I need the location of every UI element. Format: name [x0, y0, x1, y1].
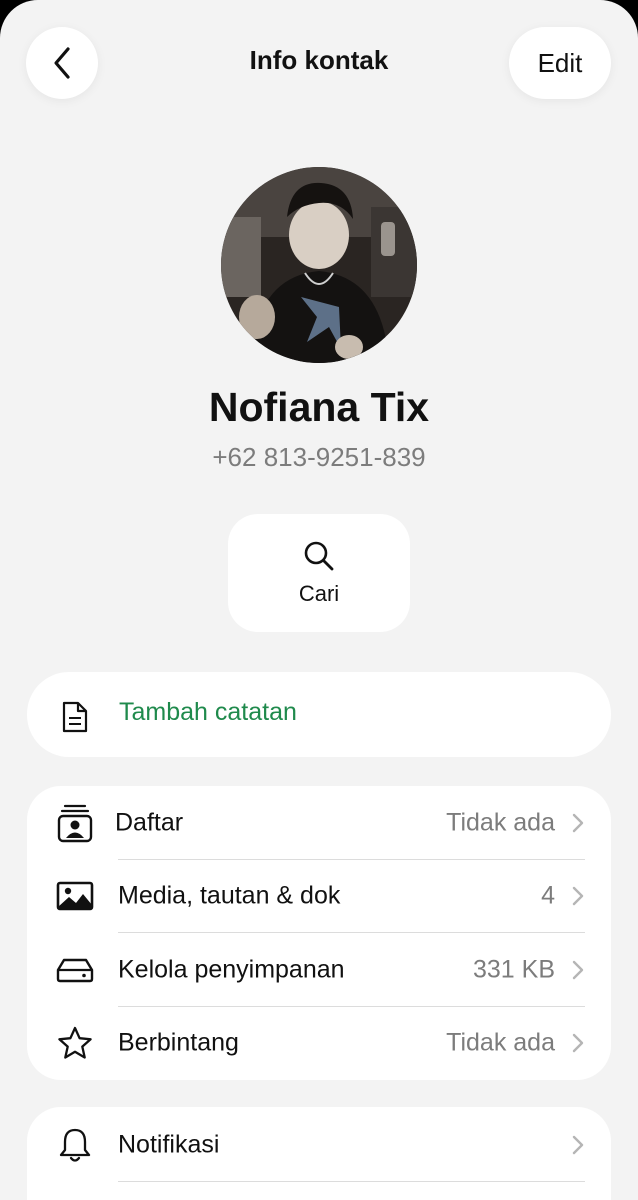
- list-item-label: Notifikasi: [118, 1130, 220, 1158]
- add-note-button[interactable]: Tambah catatan: [27, 672, 611, 757]
- chevron-right-icon: [572, 887, 584, 906]
- search-button[interactable]: Cari: [228, 514, 410, 632]
- media-settings-list: Daftar Tidak ada Media, tautan & dok 4 K…: [27, 786, 611, 1080]
- list-item-value: Tidak ada: [446, 1028, 555, 1057]
- list-item-storage[interactable]: Kelola penyimpanan 331 KB: [27, 933, 611, 1007]
- list-item-value: Tidak ada: [446, 808, 555, 837]
- list-item-label: Kelola penyimpanan: [118, 955, 345, 984]
- contact-list-icon: [55, 803, 95, 843]
- search-icon: [304, 541, 334, 571]
- document-icon: [62, 701, 88, 733]
- list-item-daftar[interactable]: Daftar Tidak ada: [27, 786, 611, 860]
- storage-icon: [55, 950, 95, 990]
- list-item-value: 331 KB: [472, 955, 555, 984]
- list-item-media[interactable]: Media, tautan & dok 4: [27, 860, 611, 933]
- list-item-label: Media, tautan & dok: [118, 881, 341, 910]
- list-item-value: 4: [541, 881, 555, 910]
- profile-photo: [221, 167, 417, 363]
- list-item-notifications[interactable]: Notifikasi: [27, 1107, 611, 1182]
- contact-info-screen: Info kontak Edit Nofiana Tix +62 813-925…: [0, 0, 638, 1200]
- list-item-starred[interactable]: Berbintang Tidak ada: [27, 1007, 611, 1081]
- divider: [118, 1181, 585, 1182]
- contact-name: Nofiana Tix: [208, 384, 430, 430]
- bell-icon: [55, 1125, 95, 1165]
- search-label: Cari: [298, 581, 340, 606]
- list-item-label: Daftar: [115, 808, 184, 837]
- chevron-right-icon: [572, 1135, 584, 1154]
- photo-icon: [55, 876, 95, 916]
- chevron-right-icon: [572, 1034, 584, 1053]
- add-note-label: Tambah catatan: [119, 698, 297, 726]
- chevron-right-icon: [572, 813, 584, 832]
- avatar[interactable]: [221, 167, 417, 363]
- list-item-label: Berbintang: [118, 1028, 239, 1057]
- notification-settings-list: Notifikasi: [27, 1107, 611, 1200]
- chevron-right-icon: [572, 960, 584, 979]
- contact-phone: +62 813-9251-839: [212, 442, 426, 472]
- edit-button[interactable]: Edit: [509, 27, 611, 99]
- star-icon: [55, 1023, 95, 1063]
